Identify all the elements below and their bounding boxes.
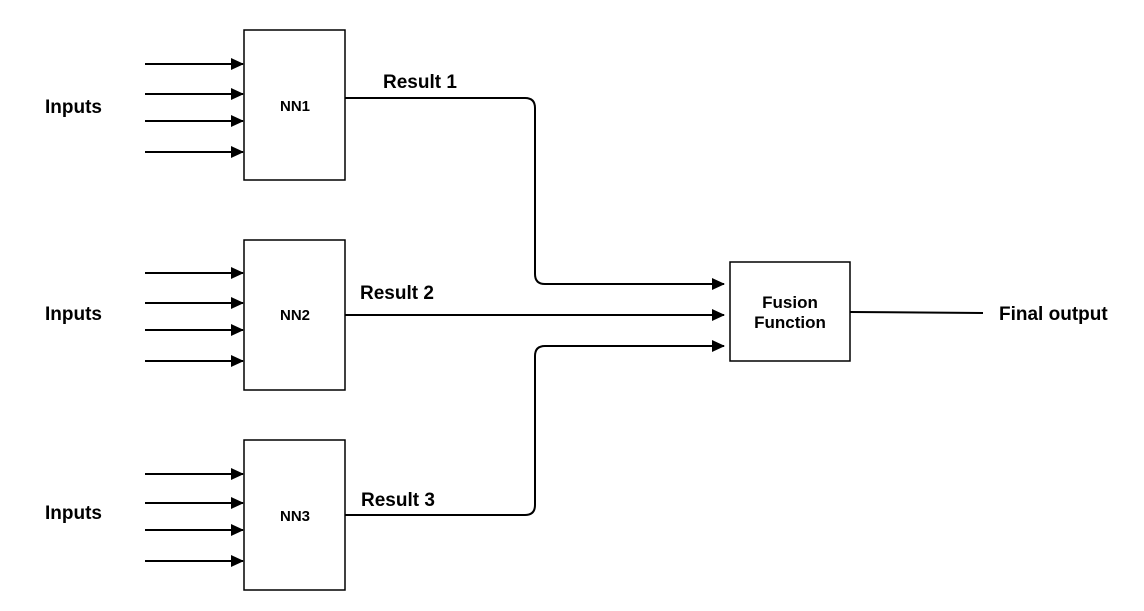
result-1-label: Result 1 <box>383 72 457 93</box>
final-output: Final output <box>849 304 1108 325</box>
fusion-function-block: Fusion Function <box>729 261 851 362</box>
network-block-nn2: Inputs NN2 Result 2 <box>45 239 725 391</box>
nn3-label: NN3 <box>280 508 310 525</box>
inputs-label-nn2: Inputs <box>45 304 102 325</box>
result-1-connector <box>345 97 725 290</box>
nn1-label: NN1 <box>280 98 310 115</box>
final-output-connector <box>849 311 984 314</box>
final-output-label: Final output <box>999 304 1108 325</box>
inputs-label-nn1: Inputs <box>45 97 102 118</box>
network-block-nn1: Inputs NN1 Result 1 <box>45 29 725 290</box>
nn2-label: NN2 <box>280 307 310 324</box>
network-block-nn3: Inputs NN3 Result 3 <box>45 340 725 591</box>
fusion-label-line-2: Function <box>754 313 826 332</box>
neural-network-fusion-diagram: Inputs NN1 Result 1 Inputs NN2 Result 2 … <box>45 29 1108 591</box>
result-3-label: Result 3 <box>361 490 435 511</box>
fusion-label-line-1: Fusion <box>762 293 818 312</box>
inputs-label-nn3: Inputs <box>45 503 102 524</box>
result-2-label: Result 2 <box>360 283 434 304</box>
